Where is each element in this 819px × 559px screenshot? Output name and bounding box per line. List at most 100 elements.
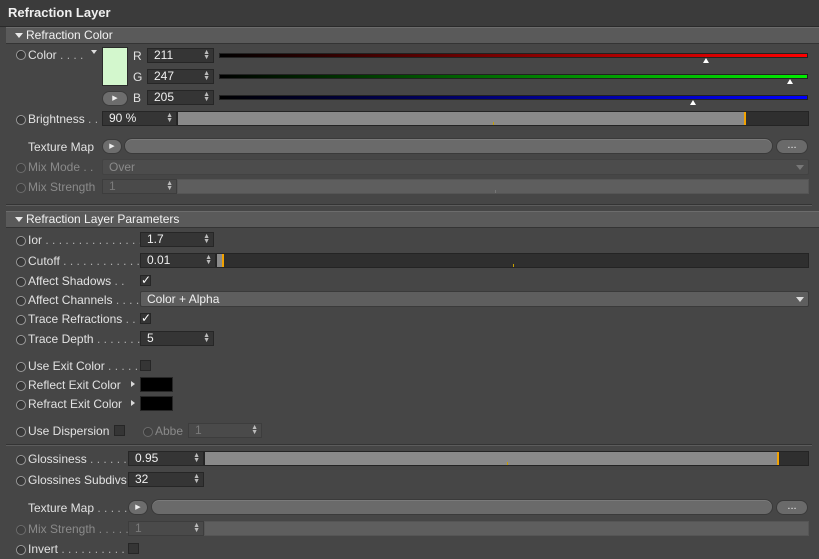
cutoff-slider[interactable] bbox=[216, 253, 809, 268]
chevron-down-icon bbox=[796, 165, 804, 170]
spinner-icon[interactable]: ▲ ▼ bbox=[166, 112, 173, 124]
texture-map-2-slot[interactable] bbox=[151, 499, 773, 515]
ior-input[interactable]: 1.7 ▲ ▼ bbox=[140, 232, 214, 247]
affect-shadows-checkbox[interactable]: ✓ bbox=[140, 274, 151, 286]
slider-tick bbox=[495, 190, 496, 193]
spinner-icon[interactable]: ▲ ▼ bbox=[193, 522, 200, 534]
glossines-subdivs-input[interactable]: 32 ▲ ▼ bbox=[128, 472, 204, 487]
glossiness-input[interactable]: 0.95 ▲ ▼ bbox=[128, 451, 204, 466]
mix-mode-dropdown[interactable]: Over bbox=[102, 159, 809, 175]
color-label: Color . . . . bbox=[28, 48, 84, 62]
cutoff-label: Cutoff . . . . . . . . . . . . . bbox=[28, 254, 147, 268]
trace-refractions-checkbox[interactable]: ✓ bbox=[140, 312, 151, 324]
affect-shadows-animate-radio[interactable] bbox=[16, 277, 26, 287]
glossines-subdivs-animate-radio[interactable] bbox=[16, 476, 26, 486]
channel-marker-icon[interactable] bbox=[703, 58, 709, 63]
refract-exit-color-label: Refract Exit Color bbox=[28, 397, 123, 411]
spinner-icon[interactable]: ▲ ▼ bbox=[203, 91, 210, 103]
channel-input-g[interactable]: 247 ▲ ▼ bbox=[147, 69, 214, 84]
channel-gradient-g[interactable] bbox=[219, 74, 808, 79]
spinner-icon[interactable]: ▲ ▼ bbox=[205, 254, 212, 266]
slider-handle[interactable] bbox=[222, 254, 224, 267]
ior-label: Ior . . . . . . . . . . . . . . . . bbox=[28, 233, 149, 247]
trace-refractions-animate-radio[interactable] bbox=[16, 315, 26, 325]
play-icon: ▶ bbox=[112, 95, 118, 102]
spinner-icon[interactable]: ▲ ▼ bbox=[193, 452, 200, 464]
texture-map-slot[interactable] bbox=[124, 138, 773, 154]
spinner-icon[interactable]: ▲ ▼ bbox=[203, 332, 210, 344]
refract-exit-color-swatch[interactable] bbox=[140, 396, 173, 411]
invert-checkbox[interactable] bbox=[128, 543, 139, 554]
texture-map-play-button[interactable]: ▶ bbox=[102, 139, 122, 154]
mix-strength-input[interactable]: 1 ▲ ▼ bbox=[102, 179, 177, 194]
reflect-exit-color-swatch[interactable] bbox=[140, 377, 173, 392]
texture-map-2-play-button[interactable]: ▶ bbox=[128, 500, 148, 515]
channel-gradient-r[interactable] bbox=[219, 53, 808, 58]
glossiness-animate-radio[interactable] bbox=[16, 455, 26, 465]
channel-input-b[interactable]: 205 ▲ ▼ bbox=[147, 90, 214, 105]
spinner-icon[interactable]: ▲ ▼ bbox=[166, 180, 173, 192]
abbe-animate-radio[interactable] bbox=[143, 427, 153, 437]
slider-handle[interactable] bbox=[777, 452, 779, 465]
reflect-exit-color-label: Reflect Exit Color bbox=[28, 378, 121, 392]
slider-handle[interactable] bbox=[744, 112, 746, 125]
color-menu-arrow-icon[interactable] bbox=[91, 50, 97, 54]
invert-label: Invert . . . . . . . . . . . . bbox=[28, 542, 139, 556]
section-refraction-layer-parameters[interactable]: Refraction Layer Parameters bbox=[6, 211, 819, 228]
play-icon: ▶ bbox=[135, 504, 141, 511]
slider-tick bbox=[513, 264, 514, 267]
mix-mode-animate-radio[interactable] bbox=[16, 163, 26, 173]
abbe-label: Abbe bbox=[155, 424, 184, 438]
refract-exit-color-animate-radio[interactable] bbox=[16, 400, 26, 410]
spinner-icon[interactable]: ▲ ▼ bbox=[203, 233, 210, 245]
channel-marker-icon[interactable] bbox=[690, 100, 696, 105]
reflect-exit-color-animate-radio[interactable] bbox=[16, 381, 26, 391]
channel-gradient-b[interactable] bbox=[219, 95, 808, 100]
affect-channels-dropdown[interactable]: Color + Alpha bbox=[140, 291, 809, 307]
mix-strength-animate-radio[interactable] bbox=[16, 183, 26, 193]
cutoff-input[interactable]: 0.01 ▲ ▼ bbox=[140, 253, 216, 268]
mix-strength-2-animate-radio[interactable] bbox=[16, 525, 26, 535]
mix-strength-2-input[interactable]: 1 ▲ ▼ bbox=[128, 521, 204, 536]
expand-arrow-icon[interactable] bbox=[131, 381, 135, 387]
mix-strength-slider[interactable] bbox=[177, 179, 809, 194]
use-exit-color-label: Use Exit Color . . . . . bbox=[28, 359, 139, 373]
cutoff-animate-radio[interactable] bbox=[16, 257, 26, 267]
channel-marker-icon[interactable] bbox=[787, 79, 793, 84]
glossines-subdivs-label: Glossines Subdivs bbox=[28, 473, 127, 487]
mix-strength-2-slider[interactable] bbox=[204, 521, 809, 536]
color-animate-radio[interactable] bbox=[16, 50, 26, 60]
brightness-animate-radio[interactable] bbox=[16, 115, 26, 125]
brightness-input[interactable]: 90 % ▲ ▼ bbox=[102, 111, 177, 126]
texture-map-more-button[interactable]: ... bbox=[776, 139, 808, 154]
spinner-icon[interactable]: ▲ ▼ bbox=[203, 70, 210, 82]
brightness-label: Brightness . . bbox=[28, 112, 99, 126]
divider bbox=[6, 444, 812, 446]
spinner-icon[interactable]: ▲ ▼ bbox=[193, 473, 200, 485]
spinner-icon[interactable]: ▲ ▼ bbox=[203, 49, 210, 61]
trace-depth-input[interactable]: 5 ▲ ▼ bbox=[140, 331, 214, 346]
use-exit-color-animate-radio[interactable] bbox=[16, 362, 26, 372]
use-exit-color-checkbox[interactable] bbox=[140, 360, 151, 371]
trace-depth-animate-radio[interactable] bbox=[16, 335, 26, 345]
window-title: Refraction Layer bbox=[0, 0, 819, 27]
texture-map-2-more-button[interactable]: ... bbox=[776, 500, 808, 515]
invert-animate-radio[interactable] bbox=[16, 545, 26, 555]
brightness-slider[interactable] bbox=[177, 111, 809, 126]
glossiness-slider[interactable] bbox=[204, 451, 809, 466]
abbe-input[interactable]: 1 ▲ ▼ bbox=[188, 423, 262, 438]
affect-channels-animate-radio[interactable] bbox=[16, 296, 26, 306]
divider bbox=[6, 204, 812, 206]
ior-animate-radio[interactable] bbox=[16, 236, 26, 246]
chevron-down-icon bbox=[796, 297, 804, 302]
use-dispersion-animate-radio[interactable] bbox=[16, 427, 26, 437]
color-swatch[interactable] bbox=[102, 47, 128, 86]
expand-arrow-icon[interactable] bbox=[131, 400, 135, 406]
channel-input-r[interactable]: 211 ▲ ▼ bbox=[147, 48, 214, 63]
section-refraction-color[interactable]: Refraction Color bbox=[6, 27, 819, 44]
spinner-icon[interactable]: ▲ ▼ bbox=[251, 424, 258, 436]
color-picker-button[interactable]: ▶ bbox=[102, 91, 128, 106]
section-title: Refraction Layer Parameters bbox=[26, 212, 180, 226]
use-dispersion-checkbox[interactable] bbox=[114, 425, 125, 436]
mix-mode-label: Mix Mode . . bbox=[28, 160, 94, 174]
